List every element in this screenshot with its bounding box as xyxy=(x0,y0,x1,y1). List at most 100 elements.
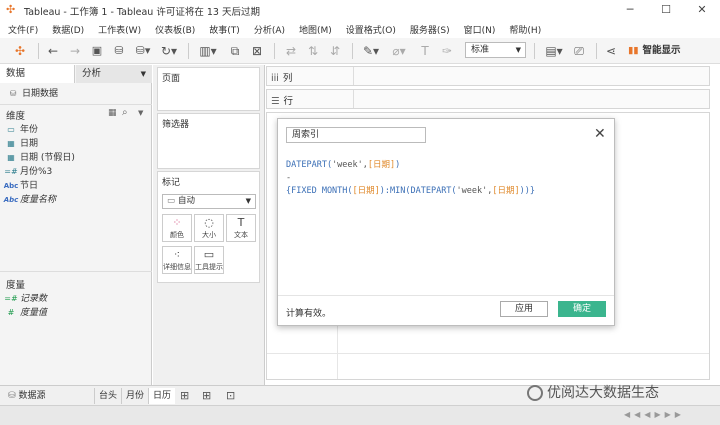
menu-server[interactable]: 服务器(S) xyxy=(410,23,450,36)
calculation-name-value: 周索引 xyxy=(292,130,320,140)
save-icon[interactable]: ▣ xyxy=(88,42,106,60)
calculation-status: 计算有效。 xyxy=(286,309,332,319)
tab-datasource-label: 数据源 xyxy=(18,391,46,401)
menu-dashboard[interactable]: 仪表板(B) xyxy=(155,23,195,36)
menu-bar: 文件(F) 数据(D) 工作表(W) 仪表板(B) 故事(T) 分析(A) 地图… xyxy=(0,20,720,38)
redo-icon[interactable]: → xyxy=(66,42,84,60)
menu-map[interactable]: 地图(M) xyxy=(299,23,332,36)
menu-help[interactable]: 帮助(H) xyxy=(509,23,541,36)
new-dashboard-icon[interactable]: ⊞ xyxy=(198,388,215,404)
formula-string: 'week' xyxy=(456,186,488,196)
group-icon[interactable]: ⌀▾ xyxy=(388,42,410,60)
rows-shelf[interactable]: ☰ 行 xyxy=(266,89,710,109)
sort-descending-icon[interactable]: ⇵ xyxy=(326,42,344,60)
close-icon[interactable]: ✕ xyxy=(594,126,606,142)
new-worksheet-icon[interactable]: ▥▾ xyxy=(196,42,220,60)
dimension-item-measure-names[interactable]: Abc 度量名称 xyxy=(2,193,56,207)
size-button[interactable]: ◌ 大小 xyxy=(194,214,224,242)
new-datasource-icon[interactable]: ⛁ xyxy=(110,42,128,60)
search-icon[interactable]: ⌕ xyxy=(122,107,128,118)
ok-button[interactable]: 确定 xyxy=(558,301,606,317)
highlight-icon[interactable]: ✎▾ xyxy=(360,42,382,60)
filters-card[interactable]: 筛选器 xyxy=(157,113,260,169)
formula-editor[interactable]: DATEPART('week',[日期]) - {FIXED MONTH([日期… xyxy=(286,159,604,198)
pages-card[interactable]: 页面 xyxy=(157,67,260,111)
dimension-item-year[interactable]: ▭ 年份 xyxy=(2,123,38,137)
toolbar-divider xyxy=(596,43,597,59)
tab-analysis[interactable]: 分析 ▼ xyxy=(76,65,152,83)
text-icon: T xyxy=(237,216,245,229)
tab-sheet[interactable]: 月份 xyxy=(121,388,148,404)
share-icon[interactable]: ⋖ xyxy=(602,42,620,60)
presentation-mode-icon[interactable]: ⎚ xyxy=(570,42,588,60)
menu-analysis[interactable]: 分析(A) xyxy=(254,23,285,36)
close-window-button[interactable]: ✕ xyxy=(684,0,720,20)
labels-icon[interactable]: T xyxy=(416,42,434,60)
menu-format[interactable]: 设置格式(O) xyxy=(346,23,396,36)
dimension-item-holiday[interactable]: Abc 节日 xyxy=(2,179,38,193)
menu-data[interactable]: 数据(D) xyxy=(52,23,84,36)
detail-button[interactable]: ⁖ 详细信息 xyxy=(162,246,192,274)
mark-type-select[interactable]: ▭ 自动 ▼ xyxy=(162,194,256,209)
pin-icon[interactable]: ✑ xyxy=(438,42,456,60)
menu-window[interactable]: 窗口(N) xyxy=(464,23,496,36)
clear-sheet-icon[interactable]: ⊠ xyxy=(248,42,266,60)
measure-item-record-count[interactable]: =# 记录数 xyxy=(2,292,47,306)
dimension-label: 月份%3 xyxy=(20,167,53,177)
number-icon: =# xyxy=(4,167,18,176)
duplicate-sheet-icon[interactable]: ⧉ xyxy=(226,42,244,60)
rows-shelf-label: ☰ 行 xyxy=(271,93,293,107)
datasource-item[interactable]: ⛁ 日期数据 xyxy=(4,87,58,101)
formula-function: ))} xyxy=(519,186,535,196)
divider xyxy=(0,104,152,105)
fit-select[interactable]: 标准 ▼ xyxy=(465,42,526,58)
undo-icon[interactable]: ← xyxy=(44,42,62,60)
dimension-item-date[interactable]: ▦ 日期 xyxy=(2,137,38,151)
database-icon: ⛁ xyxy=(9,89,17,98)
menu-worksheet[interactable]: 工作表(W) xyxy=(98,23,141,36)
text-button[interactable]: T 文本 xyxy=(226,214,256,242)
chevron-down-icon[interactable]: ▼ xyxy=(138,109,143,117)
tab-datasource[interactable]: ⛁ 数据源 xyxy=(4,388,50,404)
columns-shelf[interactable]: iii 列 xyxy=(266,66,710,86)
new-story-icon[interactable]: ⊡ xyxy=(222,388,239,404)
marks-card-title: 标记 xyxy=(162,178,181,188)
new-worksheet-icon[interactable]: ⊞ xyxy=(176,388,193,404)
title-bar: ✣ Tableau - 工作簿 1 - Tableau 许可证将在 13 天后过… xyxy=(0,0,720,20)
pages-card-title: 页面 xyxy=(162,74,181,84)
dimension-item-date-holiday[interactable]: ▦ 日期 (节假日) xyxy=(2,151,75,165)
filters-card-title: 筛选器 xyxy=(162,120,190,130)
mark-type-value: 自动 xyxy=(178,196,196,206)
sort-ascending-icon[interactable]: ⇅ xyxy=(304,42,322,60)
sheet-navigation-icons[interactable]: ◀◀◀▶▶▶ xyxy=(624,410,685,419)
tooltip-button[interactable]: ▭ 工具提示 xyxy=(194,246,224,274)
dimension-item-month-mod[interactable]: =# 月份%3 xyxy=(2,165,52,179)
color-button[interactable]: ⁘ 颜色 xyxy=(162,214,192,242)
menu-file[interactable]: 文件(F) xyxy=(8,23,38,36)
toolbar-divider xyxy=(188,43,189,59)
tableau-home-icon[interactable]: ✣ xyxy=(10,42,30,60)
minimize-button[interactable]: ─ xyxy=(612,0,648,20)
calculation-name-input[interactable]: 周索引 xyxy=(286,127,426,143)
swap-icon[interactable]: ⇄ xyxy=(282,42,300,60)
apply-button[interactable]: 应用 xyxy=(500,301,548,317)
show-cards-icon[interactable]: ▤▾ xyxy=(542,42,566,60)
formula-string: 'week' xyxy=(332,160,363,170)
date-icon: ▭ xyxy=(7,125,15,134)
marks-card: 标记 ▭ 自动 ▼ ⁘ 颜色 ◌ 大小 T 文本 ⁖ 详细信息 ▭ 工具提示 xyxy=(157,171,260,283)
tab-sheet[interactable]: 台头 xyxy=(94,388,121,404)
measures-header: 度量 xyxy=(6,280,26,291)
maximize-button[interactable]: ☐ xyxy=(648,0,684,20)
pause-updates-icon[interactable]: ⛁▾ xyxy=(132,42,154,60)
dimension-label: 年份 xyxy=(20,125,39,135)
toolbar-divider xyxy=(274,43,275,59)
view-grid-icon[interactable]: ▦ xyxy=(108,108,117,118)
refresh-icon[interactable]: ↻▾ xyxy=(158,42,180,60)
measure-item-measure-values[interactable]: # 度量值 xyxy=(2,306,47,320)
menu-story[interactable]: 故事(T) xyxy=(209,23,240,36)
smart-show-button[interactable]: ▮▮ 智能显示 xyxy=(628,42,680,60)
tab-data[interactable]: 数据 xyxy=(0,65,75,83)
detail-icon: ⁖ xyxy=(173,248,181,261)
watermark: 优阅达大数据生态 xyxy=(527,382,659,402)
tab-sheet-active[interactable]: 日历 xyxy=(148,388,176,404)
